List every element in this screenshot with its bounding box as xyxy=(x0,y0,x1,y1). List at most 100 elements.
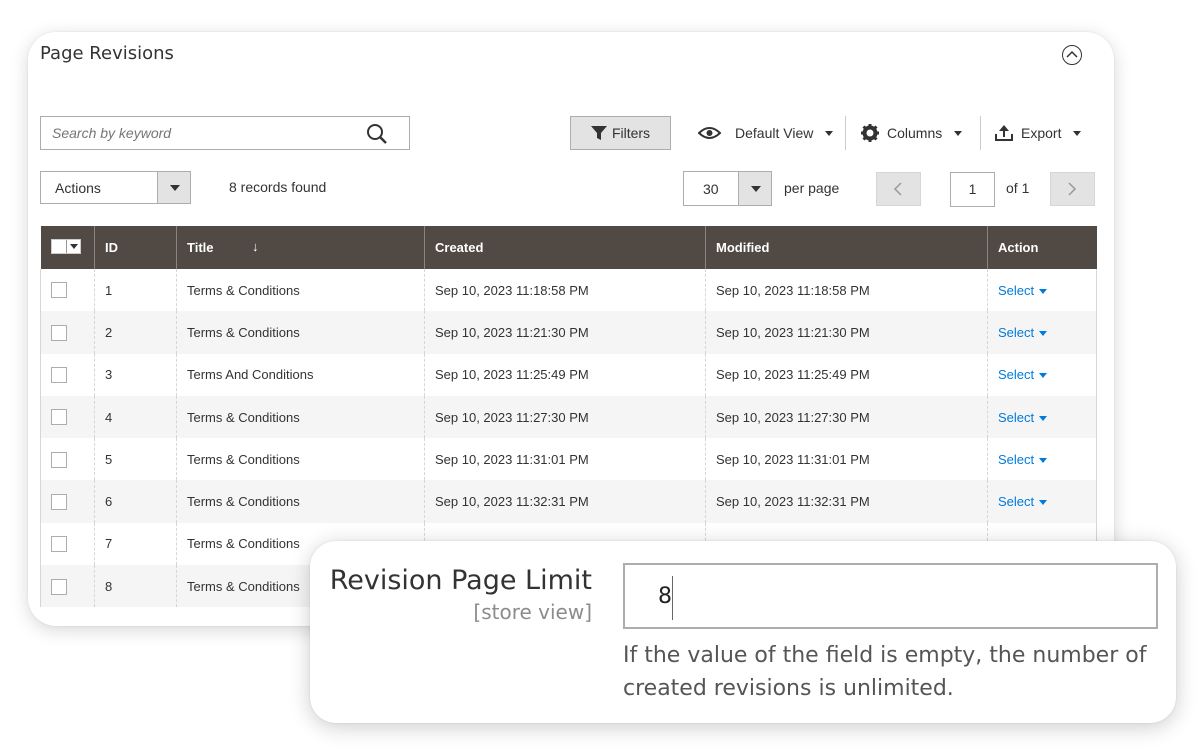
eye-icon xyxy=(698,127,721,139)
filters-label: Filters xyxy=(611,125,651,141)
table-row: 3 Terms And Conditions Sep 10, 2023 11:2… xyxy=(40,353,1097,396)
chevron-down-icon[interactable] xyxy=(738,172,771,205)
row-checkbox[interactable] xyxy=(51,493,67,510)
chevron-left-icon xyxy=(893,182,902,196)
default-view-dropdown[interactable]: Default View xyxy=(698,116,834,150)
table-row: 2 Terms & Conditions Sep 10, 2023 11:21:… xyxy=(40,311,1097,354)
row-checkbox-cell[interactable] xyxy=(40,311,95,354)
collapse-button[interactable] xyxy=(1062,45,1082,65)
row-checkbox[interactable] xyxy=(51,367,67,384)
modified-cell: Sep 10, 2023 11:32:31 PM xyxy=(705,480,988,523)
action-cell: Select xyxy=(988,438,1097,480)
row-checkbox[interactable] xyxy=(51,282,67,299)
gear-icon xyxy=(861,124,879,142)
setting-scope: [store view] xyxy=(473,600,592,624)
select-action-link[interactable]: Select xyxy=(998,282,1048,298)
select-action-link[interactable]: Select xyxy=(998,367,1048,382)
row-checkbox-cell[interactable] xyxy=(40,480,95,523)
select-label: Select xyxy=(998,451,1035,467)
created-cell: Sep 10, 2023 11:27:30 PM xyxy=(424,395,706,439)
current-page-input[interactable]: 1 xyxy=(950,172,995,207)
chevron-down-icon xyxy=(825,130,834,136)
id-cell: 2 xyxy=(94,311,177,354)
chevron-down-icon xyxy=(1039,500,1048,506)
select-label: Select xyxy=(998,282,1035,298)
previous-page-button[interactable] xyxy=(876,172,921,206)
export-icon xyxy=(995,125,1013,141)
search-box xyxy=(40,116,410,150)
column-header-id[interactable]: ID ↓ xyxy=(94,226,259,269)
records-found: 8 records found xyxy=(229,179,327,195)
title-cell: Terms & Conditions xyxy=(176,311,425,354)
setting-label: Revision Page Limit xyxy=(329,565,592,596)
created-cell: Sep 10, 2023 11:21:30 PM xyxy=(424,311,706,354)
setting-note: If the value of the field is empty, the … xyxy=(623,643,1147,701)
title-cell: Terms & Conditions xyxy=(176,395,425,439)
id-cell: 3 xyxy=(94,353,177,396)
per-page-label: per page xyxy=(784,180,840,196)
column-header-modified[interactable]: Modified xyxy=(705,226,988,269)
row-checkbox-cell[interactable] xyxy=(40,269,95,312)
search-icon[interactable] xyxy=(366,123,388,150)
text-cursor xyxy=(672,576,673,620)
row-checkbox-cell[interactable] xyxy=(40,522,95,566)
action-cell: Select xyxy=(988,354,1097,396)
created-cell: Sep 10, 2023 11:18:58 PM xyxy=(424,269,706,312)
chevron-down-icon xyxy=(1039,373,1048,379)
action-cell: Select xyxy=(988,480,1097,522)
column-header-title[interactable]: Title xyxy=(176,226,425,269)
mass-actions-dropdown[interactable]: Actions xyxy=(40,171,191,204)
id-cell: 1 xyxy=(94,269,177,312)
select-action-link[interactable]: Select xyxy=(998,451,1048,467)
chevron-down-icon xyxy=(1039,288,1048,294)
row-checkbox-cell[interactable] xyxy=(40,395,95,439)
row-checkbox[interactable] xyxy=(51,324,67,341)
select-label: Select xyxy=(998,409,1035,425)
select-action-link[interactable]: Select xyxy=(998,494,1048,510)
filters-button[interactable]: Filters xyxy=(570,116,671,150)
modified-cell: Sep 10, 2023 11:31:01 PM xyxy=(705,438,988,481)
columns-label: Columns xyxy=(887,125,943,141)
id-cell: 7 xyxy=(94,522,177,566)
row-checkbox-cell[interactable] xyxy=(40,353,95,396)
chevron-down-icon[interactable] xyxy=(157,172,190,203)
select-action-link[interactable]: Select xyxy=(998,325,1048,340)
toolbar-divider xyxy=(980,116,981,150)
title-cell: Terms & Conditions xyxy=(176,269,425,312)
row-checkbox-cell[interactable] xyxy=(40,565,95,608)
row-checkbox[interactable] xyxy=(51,409,67,426)
title-cell: Terms And Conditions xyxy=(176,353,425,396)
mass-select-header[interactable] xyxy=(40,226,95,269)
action-cell: Select xyxy=(988,311,1097,353)
created-cell: Sep 10, 2023 11:25:49 PM xyxy=(424,353,706,396)
column-label: ID xyxy=(105,240,118,255)
row-checkbox[interactable] xyxy=(51,578,67,595)
select-label: Select xyxy=(998,494,1035,510)
table-row: 1 Terms & Conditions Sep 10, 2023 11:18:… xyxy=(40,269,1097,312)
row-checkbox[interactable] xyxy=(51,536,67,553)
column-header-created[interactable]: Created xyxy=(424,226,706,269)
columns-dropdown[interactable]: Columns xyxy=(861,116,963,150)
row-checkbox[interactable] xyxy=(51,451,67,468)
mass-select-checkbox[interactable] xyxy=(50,239,81,254)
chevron-down-icon xyxy=(1073,130,1082,136)
export-dropdown[interactable]: Export xyxy=(995,116,1082,150)
created-cell: Sep 10, 2023 11:31:01 PM xyxy=(424,438,706,481)
next-page-button[interactable] xyxy=(1050,172,1095,206)
export-label: Export xyxy=(1021,125,1062,141)
chevron-down-icon xyxy=(954,130,963,136)
modified-cell: Sep 10, 2023 11:21:30 PM xyxy=(705,311,988,354)
column-label: Title xyxy=(187,240,214,255)
actions-label: Actions xyxy=(55,180,101,196)
action-cell: Select xyxy=(988,269,1097,311)
revision-limit-input[interactable]: 8 xyxy=(623,563,1158,629)
row-checkbox-cell[interactable] xyxy=(40,438,95,481)
created-cell: Sep 10, 2023 11:32:31 PM xyxy=(424,480,706,523)
chevron-down-icon xyxy=(1039,331,1048,336)
per-page-select[interactable]: 30 xyxy=(683,171,772,206)
chevron-down-icon xyxy=(1039,415,1048,421)
search-input[interactable] xyxy=(41,117,351,149)
id-cell: 8 xyxy=(94,565,177,608)
modified-cell: Sep 10, 2023 11:18:58 PM xyxy=(705,269,988,312)
select-action-link[interactable]: Select xyxy=(998,409,1048,425)
